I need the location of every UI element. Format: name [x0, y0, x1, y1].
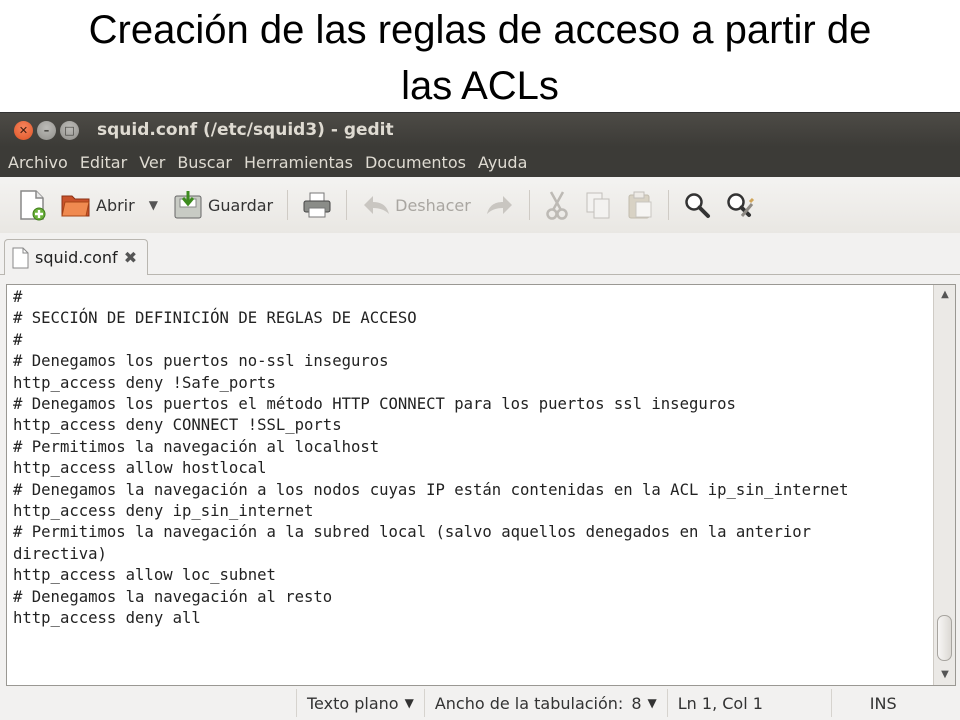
- code-line: # Denegamos los puertos no-ssl inseguros: [13, 352, 389, 371]
- chevron-down-icon: ▼: [148, 198, 158, 212]
- insert-mode-indicator: INS: [830, 689, 907, 717]
- code-line: #: [13, 330, 23, 349]
- document-tabs: squid.conf ✖: [0, 233, 960, 275]
- tab-width-value: 8: [631, 693, 642, 713]
- cut-button[interactable]: [540, 185, 574, 225]
- close-window-button[interactable]: ✕: [14, 120, 33, 140]
- new-document-button[interactable]: [14, 185, 50, 225]
- code-line: http_access deny all: [13, 609, 201, 628]
- code-line: http_access allow hostlocal: [13, 459, 267, 478]
- code-line: # Denegamos la navegación a los nodos cu…: [13, 480, 849, 499]
- save-button[interactable]: Guardar: [168, 185, 277, 225]
- toolbar-separator: [346, 190, 348, 220]
- new-document-icon: [20, 190, 46, 221]
- undo-arrow-icon: [364, 196, 390, 214]
- menu-ayuda[interactable]: Ayuda: [478, 153, 527, 172]
- redo-button[interactable]: [481, 185, 519, 225]
- folder-open-icon: [61, 195, 90, 217]
- toolbar-separator: [528, 190, 530, 220]
- slide-title: Creación de las reglas de acceso a parti…: [0, 2, 960, 114]
- text-file-icon: [12, 247, 29, 268]
- code-line: http_access deny CONNECT !SSL_ports: [13, 416, 342, 435]
- text-editor[interactable]: # # SECCIÓN DE DEFINICIÓN DE REGLAS DE A…: [7, 285, 933, 685]
- menu-buscar[interactable]: Buscar: [177, 153, 232, 172]
- print-button[interactable]: [298, 185, 336, 225]
- toolbar: Abrir ▼ Guardar Deshacer: [0, 177, 960, 233]
- tab-width-selector[interactable]: Ancho de la tabulación: 8 ▼: [423, 689, 667, 717]
- language-selector[interactable]: Texto plano ▼: [296, 689, 424, 717]
- insert-mode-label: INS: [869, 693, 897, 713]
- code-line: # Denegamos la navegación al resto: [13, 587, 333, 606]
- toolbar-separator: [287, 190, 289, 220]
- tab-squid-conf[interactable]: squid.conf ✖: [4, 239, 149, 275]
- menu-archivo[interactable]: Archivo: [8, 153, 68, 172]
- toolbar-separator: [667, 190, 669, 220]
- editor-area[interactable]: # # SECCIÓN DE DEFINICIÓN DE REGLAS DE A…: [6, 284, 956, 686]
- close-tab-icon[interactable]: ✖: [124, 248, 137, 267]
- copy-icon: [586, 192, 610, 219]
- redo-arrow-icon: [486, 196, 512, 214]
- find-replace-icon: [727, 193, 754, 217]
- scroll-down-arrow-icon[interactable]: ▼: [934, 665, 956, 685]
- code-line: directiva): [13, 544, 107, 563]
- menu-documentos[interactable]: Documentos: [365, 153, 466, 172]
- scissors-icon: [546, 191, 568, 220]
- save-label: Guardar: [207, 195, 274, 215]
- window-title: squid.conf (/etc/squid3) - gedit: [97, 120, 394, 140]
- code-line: #: [13, 288, 23, 306]
- tab-width-label: Ancho de la tabulación:: [434, 693, 624, 713]
- code-line: # Denegamos los puertos el método HTTP C…: [13, 395, 736, 414]
- find-replace-button[interactable]: [721, 185, 759, 225]
- search-icon: [685, 193, 710, 218]
- cursor-position: Ln 1, Col 1: [666, 689, 831, 717]
- chevron-down-icon: ▼: [647, 696, 657, 710]
- tab-label: squid.conf: [35, 248, 118, 267]
- menu-editar[interactable]: Editar: [80, 153, 127, 172]
- paste-button[interactable]: [622, 185, 658, 225]
- open-label: Abrir: [96, 195, 135, 215]
- vertical-scrollbar[interactable]: ▲ ▼: [933, 285, 955, 685]
- scrollbar-thumb[interactable]: [937, 615, 952, 661]
- code-line: http_access deny ip_sin_internet: [13, 502, 314, 521]
- code-line: http_access allow loc_subnet: [13, 566, 276, 585]
- copy-button[interactable]: [580, 185, 616, 225]
- find-button[interactable]: [679, 185, 715, 225]
- save-icon: [174, 191, 202, 219]
- undo-label: Deshacer: [395, 195, 471, 215]
- recent-files-dropdown[interactable]: ▼: [145, 185, 162, 225]
- minimize-window-button[interactable]: –: [37, 120, 56, 140]
- menu-ver[interactable]: Ver: [139, 153, 165, 172]
- code-line: # SECCIÓN DE DEFINICIÓN DE REGLAS DE ACC…: [13, 309, 417, 328]
- chevron-down-icon: ▼: [404, 696, 414, 710]
- paste-icon: [628, 191, 652, 219]
- code-line: # Permitimos la navegación al localhost: [13, 437, 380, 456]
- status-bar: Texto plano ▼ Ancho de la tabulación: 8 …: [0, 686, 960, 720]
- slide-title-line-2: las ACLs: [401, 64, 559, 108]
- open-button[interactable]: Abrir: [56, 185, 139, 225]
- code-line: # Permitimos la navegación a la subred l…: [13, 523, 811, 542]
- gedit-window: ✕ – □ squid.conf (/etc/squid3) - gedit A…: [0, 112, 960, 720]
- menu-herramientas[interactable]: Herramientas: [244, 153, 353, 172]
- slide-title-line-1: Creación de las reglas de acceso a parti…: [88, 8, 872, 52]
- menu-bar: Archivo Editar Ver Buscar Herramientas D…: [0, 147, 960, 177]
- print-icon: [303, 192, 331, 218]
- undo-button[interactable]: Deshacer: [357, 185, 475, 225]
- title-bar: ✕ – □ squid.conf (/etc/squid3) - gedit: [0, 113, 960, 147]
- maximize-window-button[interactable]: □: [60, 120, 79, 140]
- scroll-up-arrow-icon[interactable]: ▲: [934, 285, 956, 305]
- language-label: Texto plano: [307, 693, 399, 713]
- cursor-position-label: Ln 1, Col 1: [677, 693, 763, 713]
- code-line: http_access deny !Safe_ports: [13, 373, 276, 392]
